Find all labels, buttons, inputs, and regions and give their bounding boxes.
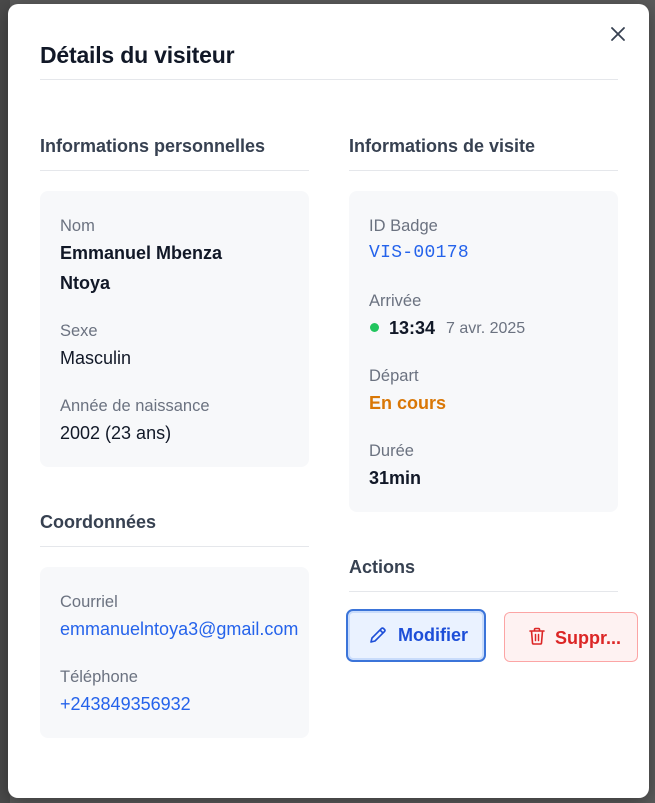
- section-title-contact: Coordonnées: [40, 512, 157, 532]
- visitor-details-dialog: Détails du visiteur Informations personn…: [8, 4, 649, 798]
- departure-status: En cours: [369, 393, 447, 413]
- pencil-icon: [368, 625, 388, 650]
- name-value-line1: Emmanuel Mbenza: [60, 243, 223, 263]
- status-dot-icon: [370, 323, 379, 332]
- title-divider: [40, 79, 618, 80]
- dialog-title: Détails du visiteur: [40, 42, 235, 68]
- email-link[interactable]: emmanuelntoya3@gmail.com: [60, 619, 298, 640]
- contact-card: Courriel emmanuelntoya3@gmail.com Téléph…: [40, 567, 309, 738]
- name-label: Nom: [60, 217, 95, 235]
- arrival-date: 7 avr. 2025: [446, 320, 526, 337]
- badge-label: ID Badge: [369, 217, 438, 235]
- duration-value: 31min: [369, 468, 422, 488]
- personal-card: Nom Emmanuel Mbenza Ntoya Sexe Masculin …: [40, 191, 309, 467]
- arrival-time: 13:34: [389, 318, 436, 338]
- email-label: Courriel: [60, 593, 118, 611]
- birth-year-label: Année de naissance: [60, 397, 210, 415]
- close-icon[interactable]: [608, 24, 628, 44]
- duration-label: Durée: [369, 442, 414, 460]
- edit-button[interactable]: Modifier: [346, 609, 486, 662]
- section-title-visit: Informations de visite: [349, 136, 536, 156]
- name-value-line2: Ntoya: [60, 273, 111, 293]
- sex-value: Masculin: [60, 348, 132, 368]
- phone-link[interactable]: +243849356932: [60, 694, 191, 715]
- badge-value: VIS-00178: [369, 243, 469, 263]
- edit-button-label: Modifier: [398, 625, 468, 645]
- personal-divider: [40, 170, 309, 171]
- phone-label: Téléphone: [60, 668, 138, 686]
- sex-label: Sexe: [60, 322, 98, 340]
- arrival-label: Arrivée: [369, 292, 422, 310]
- birth-year-value: 2002 (23 ans): [60, 423, 172, 443]
- trash-icon: [527, 626, 547, 651]
- actions-divider: [349, 591, 618, 592]
- visit-card: ID Badge VIS-00178 Arrivée 13:34 7 avr. …: [349, 191, 618, 512]
- delete-button-label: Suppr...: [555, 628, 622, 648]
- section-title-personal: Informations personnelles: [40, 136, 266, 156]
- delete-button[interactable]: Suppr...: [504, 612, 638, 662]
- section-title-actions: Actions: [349, 557, 416, 577]
- departure-label: Départ: [369, 367, 419, 385]
- contact-divider: [40, 546, 309, 547]
- visit-divider: [349, 170, 618, 171]
